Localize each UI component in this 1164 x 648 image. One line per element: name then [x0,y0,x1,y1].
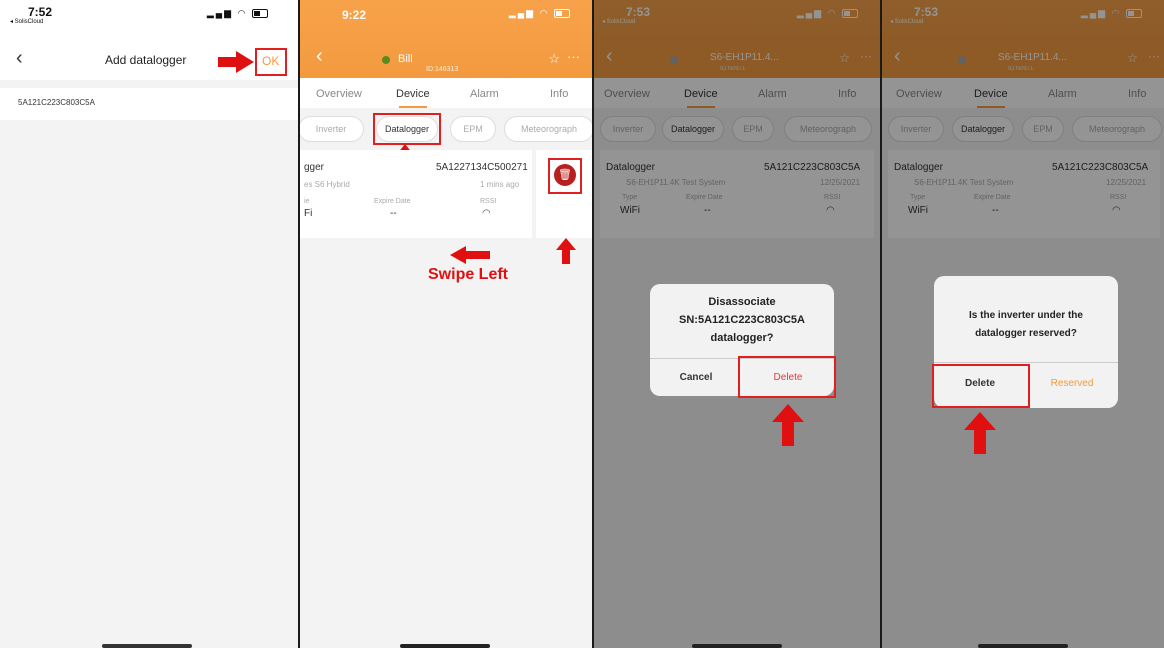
tab-bar: Overview Device Alarm Info [300,78,592,108]
dialog-line-1: Is the inverter under the [969,310,1083,321]
page-title: Add datalogger [105,53,187,67]
tab-alarm[interactable]: Alarm [470,88,499,100]
status-carrier: ◂ SolisCloud [10,19,44,25]
dialog-line-2: datalogger reserved? [975,328,1077,339]
type-value: Fi [304,208,313,219]
cancel-button[interactable]: Cancel [650,372,742,383]
header: 9:22 ▂▄▆ ◠ ‹ Bill ID:146313 ☆ ··· [300,0,592,78]
delete-highlight [738,356,836,398]
screen-device-swipe: 9:22 ▂▄▆ ◠ ‹ Bill ID:146313 ☆ ··· Overvi… [300,0,592,648]
battery-icon [554,9,570,19]
back-button[interactable]: ‹ [16,48,23,68]
dialog-separator [934,362,1118,363]
arrow-up-icon [556,238,576,250]
datalogger-card[interactable]: gger 5A1227134C500271 es S6 Hybrid 1 min… [300,150,532,238]
screen-disassociate-dialog: 7:53 ◂ SolisCloud ▂▄▆ ◠ ‹ S6-EH1P11.4...… [594,0,880,648]
home-indicator [102,644,192,648]
status-time: 7:52 [28,5,53,19]
device-type-chips: Inverter Datalogger EPM Meteorograph [300,116,592,142]
datalogger-highlight [373,113,441,145]
trash-button[interactable]: 🗑 [554,164,576,186]
tab-info[interactable]: Info [550,88,568,100]
dialog-line-2: SN:5A121C223C803C5A [679,314,805,326]
dialog-line-1: Disassociate [708,296,776,308]
reserved-button[interactable]: Reserved [1026,378,1118,389]
arrow-stem [562,250,570,264]
plant-name: Bill [398,53,413,65]
serial-value: 5A121C223C803C5A [18,98,95,107]
card-sn: 5A1227134C500271 [436,162,528,173]
status-time: 9:22 [342,8,367,22]
expire-value: -- [390,208,397,219]
home-indicator [400,644,490,648]
wifi-icon: ◠ [539,8,550,18]
trash-icon: 🗑 [558,169,572,181]
chip-epm[interactable]: EPM [450,116,496,142]
arrow-stem [974,430,986,454]
arrow-right-icon [218,51,254,73]
home-indicator [978,644,1068,648]
tab-device[interactable]: Device [396,88,430,108]
battery-icon [252,9,268,19]
screen-add-datalogger: 7:52 ◂ SolisCloud ▂▄▆ ◠ ‹ Add datalogger… [0,0,298,648]
wifi-icon: ◠ [237,8,248,18]
favorite-icon[interactable]: ☆ [548,51,560,67]
arrow-left-icon [450,246,490,264]
home-indicator [692,644,782,648]
more-icon[interactable]: ··· [567,49,580,64]
card-title: gger [304,162,325,173]
plant-id: ID:146313 [426,66,459,73]
plant-status-icon [382,56,390,64]
arrow-stem [782,422,794,446]
status-icons: ▂▄▆ ◠ [207,8,268,19]
signal-icon: ▂▄▆ [206,8,234,18]
delete-swipe-area: 🗑 [536,150,592,238]
status-icons: ▂▄▆ ◠ [509,8,570,19]
swipe-instruction: Swipe Left [428,266,509,283]
ok-button[interactable]: OK [262,54,279,68]
chip-inverter[interactable]: Inverter [300,116,364,142]
dialog-line-3: datalogger? [710,332,774,344]
tab-overview[interactable]: Overview [316,88,362,100]
rssi-label: RSSI [480,198,497,205]
arrow-up-icon [772,404,804,422]
expire-label: Expire Date [374,198,411,205]
type-label: ie [304,198,310,205]
card-system: es S6 Hybrid [304,180,350,189]
signal-icon: ▂▄▆ [508,8,536,18]
card-time: 1 mins ago [480,180,520,189]
delete-highlight [932,364,1030,408]
arrow-up-icon [964,412,996,430]
wifi-signal-icon: ◠ [482,208,491,219]
chip-meteorograph[interactable]: Meteorograph [504,116,592,142]
screen-reserved-dialog: 7:53 ◂ SolisCloud ▂▄▆ ◠ ‹ S6-EH1P11.4...… [882,0,1164,648]
serial-input[interactable]: 5A121C223C803C5A [0,88,298,120]
back-button[interactable]: ‹ [316,46,323,66]
header: 7:52 ◂ SolisCloud ▂▄▆ ◠ ‹ Add datalogger… [0,0,298,80]
